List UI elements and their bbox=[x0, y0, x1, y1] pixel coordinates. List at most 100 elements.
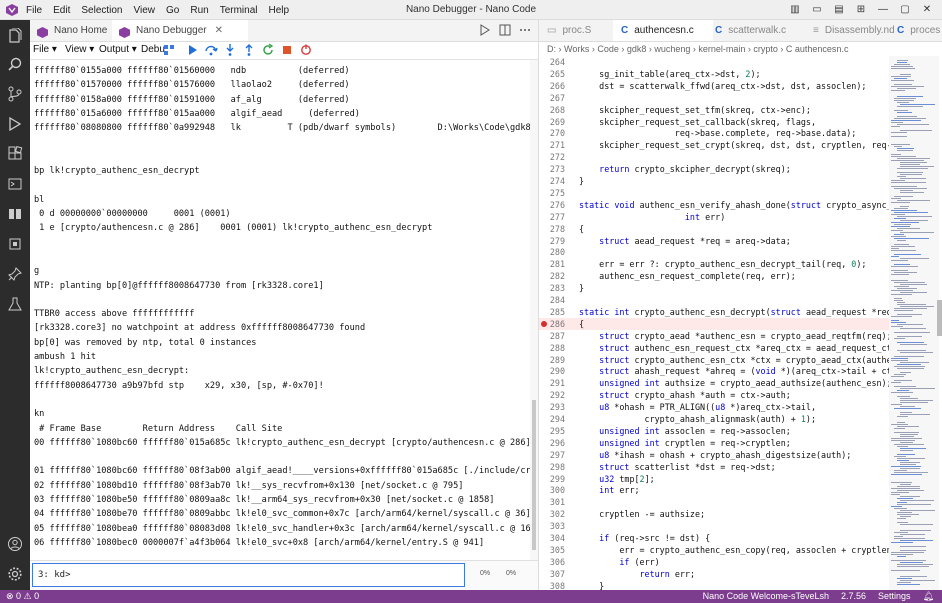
command-input[interactable]: 3: kd> bbox=[32, 563, 465, 587]
code-line[interactable]: 275 bbox=[539, 187, 889, 199]
code-line[interactable]: 290 struct ahash_request *ahreq = (void … bbox=[539, 365, 889, 377]
view-menu[interactable]: View ▾ bbox=[65, 44, 94, 55]
code-line[interactable]: 308 } bbox=[539, 580, 889, 590]
step-over-icon[interactable] bbox=[204, 43, 218, 57]
code-line[interactable]: 303 bbox=[539, 520, 889, 532]
tab-nano-debugger[interactable]: Nano Debugger ✕ bbox=[112, 20, 248, 41]
menu-run[interactable]: Run bbox=[190, 5, 208, 16]
code-line[interactable]: 294 crypto_ahash_alignmask(auth) + 1); bbox=[539, 413, 889, 425]
code-line[interactable]: 307 return err; bbox=[539, 568, 889, 580]
notifications-icon[interactable]: 🔔︎ bbox=[923, 590, 934, 603]
menu-file[interactable]: File bbox=[26, 5, 42, 16]
minimize-icon[interactable]: — bbox=[872, 0, 894, 20]
run-debug-icon[interactable] bbox=[478, 23, 492, 37]
code-line[interactable]: 293 u8 *ohash = PTR_ALIGN((u8 *)areq_ctx… bbox=[539, 401, 889, 413]
account-icon[interactable] bbox=[7, 536, 23, 552]
minimap[interactable] bbox=[891, 56, 936, 590]
maximize-icon[interactable]: ▢ bbox=[894, 0, 916, 20]
settings-status[interactable]: Settings bbox=[878, 590, 911, 603]
menu-terminal[interactable]: Terminal bbox=[220, 5, 258, 16]
code-line[interactable]: 292 struct crypto_ahash *auth = ctx->aut… bbox=[539, 389, 889, 401]
continue-icon[interactable] bbox=[185, 43, 199, 57]
menu-selection[interactable]: Selection bbox=[81, 5, 122, 16]
code-line[interactable]: 276 static void authenc_esn_verify_ahash_… bbox=[539, 199, 889, 211]
code-line[interactable]: 306 if (err) bbox=[539, 556, 889, 568]
menu-help[interactable]: Help bbox=[269, 5, 290, 16]
extensions-icon[interactable] bbox=[7, 146, 23, 162]
code-line[interactable]: 291 unsigned int authsize = crypto_aead_… bbox=[539, 377, 889, 389]
code-line[interactable]: 283} bbox=[539, 282, 889, 294]
code-line[interactable]: 295 unsigned int assoclen = req->assocle… bbox=[539, 425, 889, 437]
layout-icon[interactable]: ⊞ bbox=[850, 0, 872, 20]
source-control-icon[interactable] bbox=[7, 86, 23, 102]
code-line[interactable]: 271 skcipher_request_set_crypt(skreq, ds… bbox=[539, 139, 889, 151]
code-line[interactable]: 284 bbox=[539, 294, 889, 306]
tab-disassembly[interactable]: ≡ Disassembly.nd bbox=[807, 20, 895, 41]
layout-icon[interactable]: ▥ bbox=[784, 0, 806, 20]
code-line[interactable]: 300 int err; bbox=[539, 484, 889, 496]
code-line[interactable]: 279 struct aead_request *req = areq->dat… bbox=[539, 235, 889, 247]
menu-edit[interactable]: Edit bbox=[53, 5, 70, 16]
code-line[interactable]: 265 sg_init_table(areq_ctx->dst, 2); bbox=[539, 68, 889, 80]
tab-authencesn-c[interactable]: Cauthencesn.c bbox=[613, 20, 713, 41]
code-line[interactable]: 286 { bbox=[539, 317, 889, 330]
version-status[interactable]: 2.7.56 bbox=[841, 590, 866, 603]
code-line[interactable]: 270 req->base.complete, req->base.data); bbox=[539, 127, 889, 139]
output-scrollbar-thumb[interactable] bbox=[532, 400, 536, 550]
chip-icon[interactable] bbox=[7, 236, 23, 252]
close-icon[interactable]: ✕ bbox=[916, 0, 938, 20]
code-line[interactable]: 305 err = crypto_authenc_esn_copy(req, a… bbox=[539, 544, 889, 556]
search-icon[interactable] bbox=[7, 56, 23, 72]
code-line[interactable]: 266 dst = scatterwalk_ffwd(areq_ctx->dst… bbox=[539, 80, 889, 92]
code-line[interactable]: 304 if (req->src != dst) { bbox=[539, 532, 889, 544]
code-line[interactable]: 302 cryptlen -= authsize; bbox=[539, 508, 889, 520]
debug-console-icon[interactable] bbox=[7, 176, 23, 192]
code-line[interactable]: 274} bbox=[539, 175, 889, 187]
editor-scrollbar-thumb[interactable] bbox=[937, 300, 942, 336]
code-line[interactable]: 277 int err) bbox=[539, 211, 889, 223]
more-actions-icon[interactable] bbox=[518, 23, 532, 37]
layout-icon[interactable]: ▤ bbox=[828, 0, 850, 20]
settings-gear-icon[interactable] bbox=[7, 566, 23, 582]
explorer-icon[interactable] bbox=[7, 28, 23, 44]
pin-icon[interactable] bbox=[7, 266, 23, 282]
tab-scatterwalk-c[interactable]: Cscatterwalk.c bbox=[705, 20, 807, 41]
menu-view[interactable]: View bbox=[134, 5, 156, 16]
close-tab-icon[interactable]: ✕ bbox=[215, 25, 223, 36]
test-beaker-icon[interactable] bbox=[7, 296, 23, 312]
book-icon[interactable] bbox=[7, 206, 23, 222]
breadcrumb[interactable]: D: › Works › Code › gdk8 › wucheng › ker… bbox=[547, 42, 848, 56]
stop-icon[interactable] bbox=[280, 43, 294, 57]
code-line[interactable]: 269 skcipher_request_set_callback(skreq,… bbox=[539, 116, 889, 128]
step-into-icon[interactable] bbox=[223, 43, 237, 57]
code-line[interactable]: 298 struct scatterlist *dst = req->dst; bbox=[539, 461, 889, 473]
layout-icon[interactable]: ▭ bbox=[806, 0, 828, 20]
code-line[interactable]: 285 static int crypto_authenc_esn_decrypt… bbox=[539, 306, 889, 318]
code-line[interactable]: 301 bbox=[539, 496, 889, 508]
code-line[interactable]: 278 { bbox=[539, 223, 889, 235]
step-out-icon[interactable] bbox=[242, 43, 256, 57]
restart-icon[interactable] bbox=[261, 43, 275, 57]
code-line[interactable]: 272 bbox=[539, 151, 889, 163]
code-line[interactable]: 299 u32 tmp[2]; bbox=[539, 473, 889, 485]
code-line[interactable]: 281 err = err ?: crypto_authenc_esn_decr… bbox=[539, 258, 889, 270]
problems-indicator[interactable]: ⊗ 0 ⚠ 0 bbox=[6, 590, 39, 603]
code-line[interactable]: 273 return crypto_skcipher_decrypt(skreq… bbox=[539, 163, 889, 175]
code-line[interactable]: 268 skcipher_request_set_tfm(skreq, ctx-… bbox=[539, 104, 889, 116]
code-line[interactable]: 280 bbox=[539, 246, 889, 258]
code-line[interactable]: 297 u8 *ihash = ohash + crypto_ahash_dig… bbox=[539, 449, 889, 461]
code-line[interactable]: 287 struct crypto_aead *authenc_esn = cr… bbox=[539, 330, 889, 342]
split-editor-icon[interactable] bbox=[498, 23, 512, 37]
menu-go[interactable]: Go bbox=[166, 5, 179, 16]
code-line[interactable]: 267 bbox=[539, 92, 889, 104]
code-line[interactable]: 264 bbox=[539, 56, 889, 68]
code-line[interactable]: 288 struct authenc_esn_request_ctx *areq… bbox=[539, 342, 889, 354]
tab-proces[interactable]: Cproces bbox=[891, 20, 942, 41]
run-debug-icon[interactable] bbox=[7, 116, 23, 132]
disconnect-icon[interactable] bbox=[299, 43, 313, 57]
code-line[interactable]: 296 unsigned int cryptlen = req->cryptle… bbox=[539, 437, 889, 449]
code-line[interactable]: 289 struct crypto_authenc_esn_ctx *ctx =… bbox=[539, 354, 889, 366]
file-menu[interactable]: File ▾ bbox=[33, 44, 57, 55]
output-menu[interactable]: Output ▾ bbox=[99, 44, 137, 55]
product-status[interactable]: Nano Code Welcome-sTeveLsh bbox=[703, 590, 829, 603]
